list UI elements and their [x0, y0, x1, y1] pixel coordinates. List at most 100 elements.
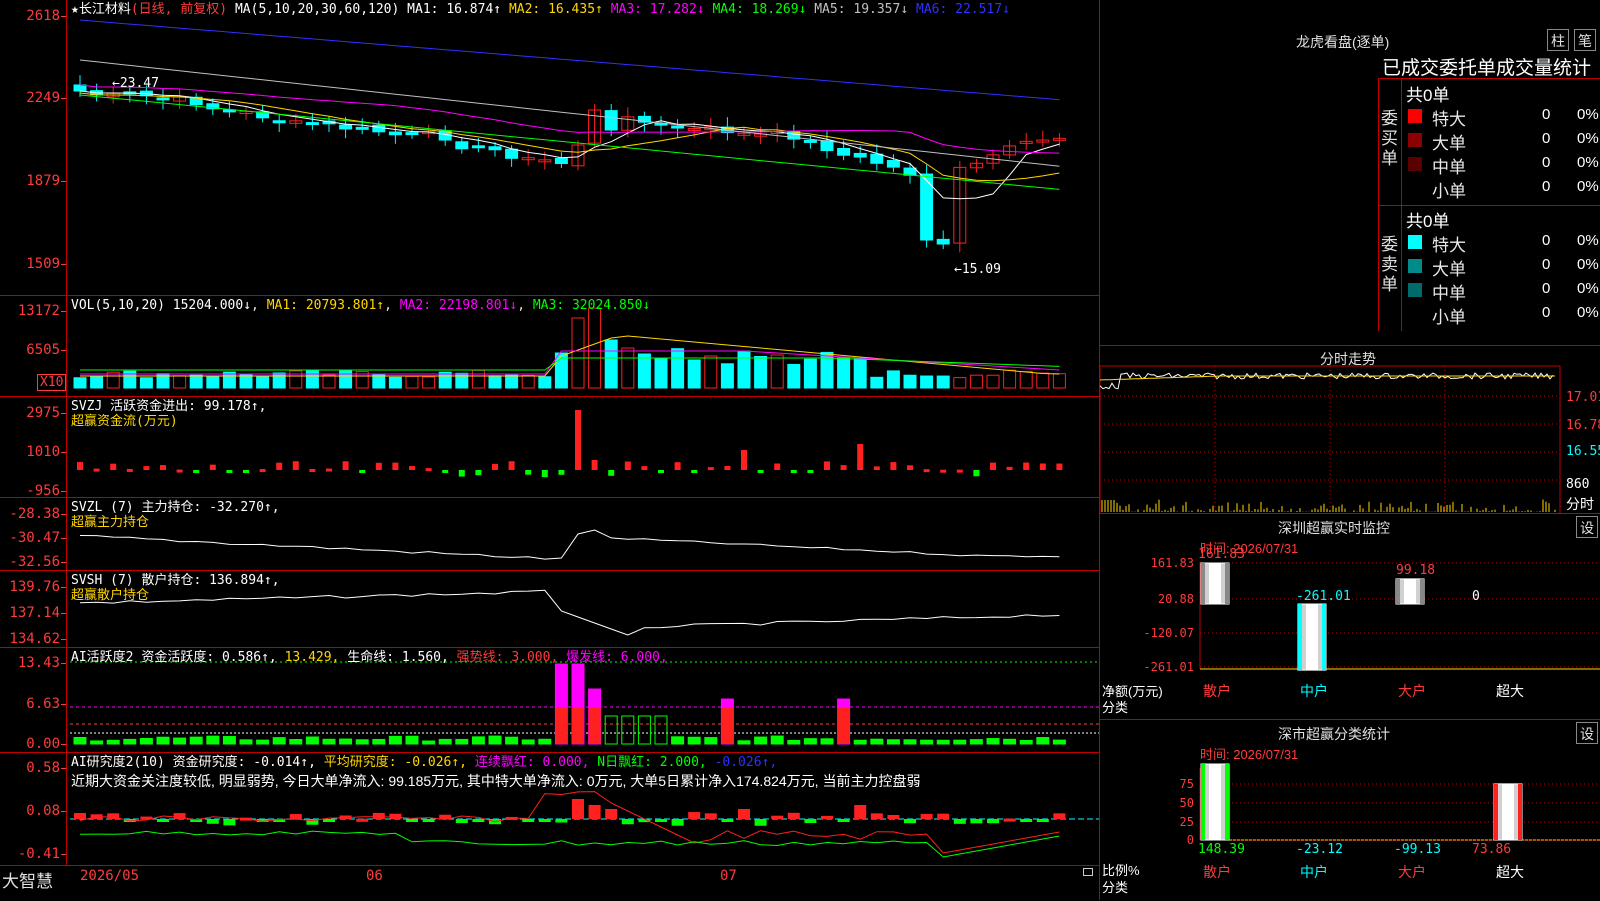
color-swatch: [1408, 133, 1422, 147]
research-bar: [754, 819, 767, 826]
volume-bar: [1036, 372, 1050, 389]
research-bar: [389, 813, 402, 819]
candle-body: [355, 126, 369, 130]
flow-bar: [1039, 463, 1046, 470]
bar-mode-button[interactable]: 柱: [1547, 29, 1569, 51]
monitor-bar-chart[interactable]: 161.83 20.88 -120.07 -261.01 散户 161.83 中户 -261.…: [1100, 514, 1600, 720]
research-bar: [837, 819, 850, 822]
chart-mode[interactable]: (日线, 前复权): [131, 2, 227, 17]
volume-bar: [853, 357, 867, 389]
low-price-marker: ←15.09: [954, 262, 1001, 277]
classify-panel[interactable]: 深市超赢分类统计 设 时间: 2026/07/31 75 50 25 0 散户 148.3…: [1100, 719, 1600, 901]
volume-bar: [754, 356, 768, 389]
activity-bar-red: [837, 708, 850, 744]
volume-bar: [471, 369, 485, 389]
research-bar: [970, 819, 983, 824]
activity-bar: [322, 738, 336, 745]
flow-bar: [292, 461, 299, 470]
svzl-panel[interactable]: -28.38 -30.47 -32.56 SVZL (7) 主力持仓: -32.…: [0, 498, 1100, 571]
activity-bar: [272, 737, 286, 745]
date-label: 06: [366, 868, 383, 884]
volume-bar: [1019, 370, 1033, 389]
category-label: 超大: [1496, 864, 1524, 880]
activity-bar: [870, 738, 884, 745]
flow-bar: [990, 462, 996, 470]
research-bar: [937, 813, 950, 819]
flow-bar: [226, 470, 233, 473]
activity-bar-red: [555, 708, 568, 744]
flow-bar: [359, 470, 366, 473]
ma3-readout: MA3: 17.282↓: [610, 2, 705, 17]
longhu-panel: 龙虎看盘(逐单) 柱 笔 已成交委托单成交量统计 委买单 共0单 特大 0 0% 大…: [1100, 0, 1600, 345]
ma5-line: [79, 59, 1060, 167]
activity-bar: [1036, 737, 1050, 745]
activity-bar: [339, 738, 353, 745]
activity-bar: [438, 738, 452, 745]
svzj-title-bar: SVZJ 活跃资金进出: 99.178↑,: [71, 399, 267, 414]
flow-bar: [176, 469, 183, 473]
date-label: 2026/05: [80, 868, 140, 884]
research-bar: [870, 813, 883, 819]
y-tick: 17.01: [1566, 390, 1600, 405]
research-bar: [804, 819, 817, 824]
volume-panel[interactable]: 13172 6505 X10 VOL(5,10,20) 15204.000↓, …: [0, 296, 1100, 397]
research-bar: [904, 819, 916, 824]
value-label: 99.18: [1396, 563, 1435, 578]
activity-bar: [986, 738, 1000, 745]
volume-bar: [322, 374, 336, 389]
classify-bar-chart[interactable]: 75 50 25 0 散户 148.39 中户 -23.12 大户 -99.13 超大 73.86: [1100, 720, 1600, 901]
volume-bar: [521, 374, 535, 389]
candle-body: [455, 141, 469, 150]
candle-body: [372, 124, 386, 133]
flow-bar: [1023, 462, 1030, 470]
flow-bar: [276, 462, 283, 470]
volume-bar: [803, 358, 817, 389]
flow-bar: [658, 470, 664, 473]
vol-ma3-line: [80, 357, 1060, 371]
svsh-panel[interactable]: 139.76 137.14 134.62 SVSH (7) 散户持仓: 136.…: [0, 571, 1100, 648]
activity-bar-red: [588, 708, 601, 744]
intraday-chart[interactable]: [1100, 346, 1600, 514]
research-bar: [223, 819, 236, 826]
app-brand[interactable]: 大智慧: [2, 867, 53, 892]
value-bar-highlight: [1502, 783, 1514, 840]
ai-activity-panel[interactable]: 13.43 6.63 0.00 AI活跃度2 资金活跃度: 0.586↑, 13…: [0, 648, 1100, 753]
flow-bar: [624, 461, 631, 470]
svzj-panel[interactable]: 2975 1010 -956 SVZJ 活跃资金进出: 99.178↑, 超赢资…: [0, 397, 1100, 498]
flow-bar: [757, 470, 764, 473]
tick-mode-button[interactable]: 笔: [1574, 29, 1596, 51]
ai-research-panel[interactable]: 0.58 0.08 -0.41 AI研究度2(10) 资金研究度: -0.014…: [0, 753, 1100, 865]
research-bar: [721, 819, 734, 822]
activity-bar: [671, 736, 685, 745]
kline-panel[interactable]: 2618 2249 1879 1509 ★长江材料(日线, 前复权) MA(5,…: [0, 0, 1100, 296]
research-bar: [1003, 818, 1016, 822]
activity-bar: [637, 715, 651, 745]
y-tick: -120.07: [1143, 626, 1194, 640]
candle-body: [388, 131, 402, 136]
intraday-panel[interactable]: 分时走势 17.01 16.78 16.55 860 分时: [1100, 345, 1600, 514]
research-bar: [655, 819, 667, 822]
svsh-title-bar: SVSH (7) 散户持仓: 136.894↑,: [71, 573, 280, 588]
flow-bar: [1056, 463, 1063, 470]
candlestick-chart[interactable]: [0, 0, 1100, 295]
value-bar-edge: [1420, 578, 1424, 604]
high-price-marker: ←23.47: [112, 76, 159, 91]
candle-body: [671, 125, 685, 129]
candle-body: [488, 146, 502, 151]
stock-name[interactable]: ★长江材料: [71, 2, 131, 17]
value-bar-edge: [1518, 783, 1522, 840]
ma1-readout: MA1: 16.874↑: [407, 2, 502, 17]
intraday-frame: [1100, 365, 1561, 514]
y-tick: 16.55: [1566, 444, 1600, 459]
flow-bar: [375, 462, 382, 470]
buy-count: 共0单: [1406, 86, 1450, 105]
flow-bar: [525, 470, 532, 475]
lock-icon[interactable]: [1083, 868, 1093, 876]
svzj-subtitle: 超赢资金流(万元): [71, 414, 178, 429]
activity-bar: [355, 739, 369, 745]
monitor-panel[interactable]: 深圳超赢实时监控 设 时间: 2026/07/31 161.83 20.88 -12…: [1100, 513, 1600, 720]
ai-summary-text: 近期大资金关注度较低, 明显弱势, 今日大单净流入: 99.185万元, 其中特…: [71, 773, 921, 789]
activity-bar: [803, 738, 817, 745]
value-bar-edge: [1298, 604, 1302, 671]
research-bar: [422, 819, 435, 822]
